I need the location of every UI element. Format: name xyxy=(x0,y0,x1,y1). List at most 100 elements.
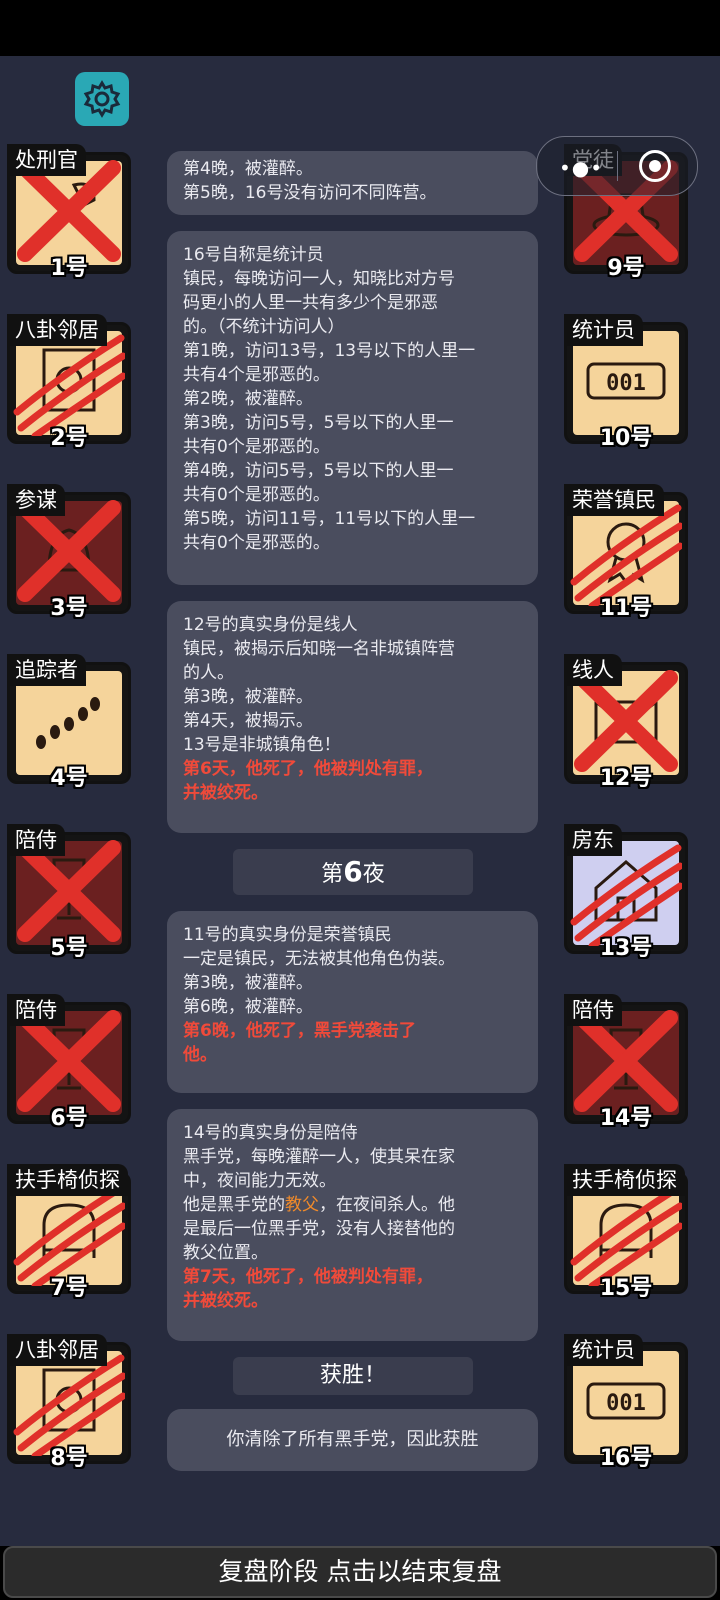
role-label: 扶手椅侦探 xyxy=(564,1164,685,1196)
death-line: 第7天，他死了，他被判处有罪， xyxy=(183,1267,433,1287)
role-label: 扶手椅侦探 xyxy=(7,1164,128,1196)
player-card[interactable]: 001 统计员 10号 xyxy=(564,314,692,451)
log-line: 黑手党，每晚灌醉一人，使其呆在家 xyxy=(183,1147,455,1167)
log-line: 16号自称是统计员 xyxy=(183,245,324,265)
log-line: 14号的真实身份是陪侍 xyxy=(183,1123,358,1143)
log-line: 的人。 xyxy=(183,663,234,683)
player-number: 4号 xyxy=(50,766,88,791)
victory-header: 获胜！ xyxy=(233,1357,473,1395)
log-line: 第4天，被揭示。 xyxy=(183,711,313,731)
player-card[interactable]: 八卦邻居 8号 xyxy=(7,1334,135,1471)
night-header: 第6夜 xyxy=(233,849,473,895)
player-card[interactable]: 线人 12号 xyxy=(564,654,692,791)
log-line: 是最后一位黑手党，没有人接替他的 xyxy=(183,1219,455,1239)
game-log[interactable]: 第4晚，被灌醉。 第5晚，16号没有访问不同阵营。 16号自称是统计员 镇民，每… xyxy=(155,151,550,1536)
role-label: 陪侍 xyxy=(564,994,622,1026)
player-number: 13号 xyxy=(599,936,653,961)
player-card[interactable]: 扶手椅侦探 15号 xyxy=(564,1164,692,1301)
log-line: 镇民，每晚访问一人，知晓比对方号 xyxy=(183,269,455,289)
role-label: 房东 xyxy=(564,824,622,856)
role-label: 参谋 xyxy=(7,484,65,516)
log-line: 12号的真实身份是线人 xyxy=(183,615,358,635)
log-line: 第5晚，16号没有访问不同阵营。 xyxy=(183,183,437,203)
log-line: 共有0个是邪恶的。 xyxy=(183,485,330,505)
log-line: 第4晚，访问5号，5号以下的人里一 xyxy=(183,461,454,481)
death-line: 并被绞死。 xyxy=(183,783,268,803)
log-line: 码更小的人里一共有多少个是邪恶 xyxy=(183,293,438,313)
role-label: 陪侍 xyxy=(7,824,65,856)
player-number: 12号 xyxy=(599,766,653,791)
log-entry: 16号自称是统计员 镇民，每晚访问一人，知晓比对方号 码更小的人里一共有多少个是… xyxy=(167,231,538,585)
game-board: 处刑官 1号 八卦邻居 2号 参谋 3号 追踪者 4号 陪侍 5号 陪侍 6号 … xyxy=(0,56,720,1546)
role-label: 线人 xyxy=(564,654,622,686)
log-line: 的。（不统计访问人） xyxy=(183,317,345,337)
log-line: 共有0个是邪恶的。 xyxy=(183,437,330,457)
log-line: 一定是镇民，无法被其他角色伪装。 xyxy=(183,949,455,969)
log-line: 中，夜间能力无效。 xyxy=(183,1171,336,1191)
log-entry: 11号的真实身份是荣誉镇民 一定是镇民，无法被其他角色伪装。 第3晚，被灌醉。 … xyxy=(167,911,538,1093)
player-number: 8号 xyxy=(50,1446,88,1471)
player-card[interactable]: 陪侍 14号 xyxy=(564,994,692,1131)
log-line: 第4晚，被灌醉。 xyxy=(183,159,313,179)
player-number: 7号 xyxy=(50,1276,88,1301)
player-card[interactable]: 参谋 3号 xyxy=(7,484,135,621)
log-line: 镇民，被揭示后知晓一名非城镇阵营 xyxy=(183,639,455,659)
player-card[interactable]: 追踪者 4号 xyxy=(7,654,135,791)
victory-message: 你清除了所有黑手党，因此获胜 xyxy=(167,1409,538,1471)
player-card[interactable]: 陪侍 5号 xyxy=(7,824,135,961)
log-line: 第3晚，访问5号，5号以下的人里一 xyxy=(183,413,454,433)
log-line: 第5晚，访问11号，11号以下的人里一 xyxy=(183,509,476,529)
log-line: 第2晚，被灌醉。 xyxy=(183,389,313,409)
log-line: 共有0个是邪恶的。 xyxy=(183,533,330,553)
player-number: 2号 xyxy=(50,426,88,451)
player-number: 14号 xyxy=(599,1106,653,1131)
log-entry: 14号的真实身份是陪侍 黑手党，每晚灌醉一人，使其呆在家 中，夜间能力无效。 他… xyxy=(167,1109,538,1341)
more-dots-icon[interactable]: •●• xyxy=(559,156,603,180)
player-number: 10号 xyxy=(599,426,653,451)
log-entry: 第4晚，被灌醉。 第5晚，16号没有访问不同阵营。 xyxy=(167,151,538,215)
player-number: 11号 xyxy=(599,596,653,621)
death-line: 第6晚，他死了，黑手党袭击了 xyxy=(183,1021,416,1041)
death-line: 并被绞死。 xyxy=(183,1291,268,1311)
settings-button[interactable] xyxy=(75,72,129,126)
role-label: 追踪者 xyxy=(7,654,86,686)
death-line: 他。 xyxy=(183,1045,217,1065)
role-label: 处刑官 xyxy=(7,144,86,176)
log-entry: 12号的真实身份是线人 镇民，被揭示后知晓一名非城镇阵营 的人。 第3晚，被灌醉… xyxy=(167,601,538,833)
death-line: 第6天，他死了，他被判处有罪， xyxy=(183,759,433,779)
player-number: 9号 xyxy=(607,256,645,281)
player-number: 16号 xyxy=(599,1446,653,1471)
role-label: 八卦邻居 xyxy=(7,314,107,346)
role-label: 荣誉镇民 xyxy=(564,484,664,516)
log-line: 第3晚，被灌醉。 xyxy=(183,973,313,993)
player-number: 3号 xyxy=(50,596,88,621)
log-line: 共有4个是邪恶的。 xyxy=(183,365,330,385)
log-line: 11号的真实身份是荣誉镇民 xyxy=(183,925,392,945)
log-line: 教父位置。 xyxy=(183,1243,268,1263)
log-line: 第3晚，被灌醉。 xyxy=(183,687,313,707)
gear-icon xyxy=(83,80,121,118)
log-line: 第6晚，被灌醉。 xyxy=(183,997,313,1017)
log-line: 第1晚，访问13号，13号以下的人里一 xyxy=(183,341,476,361)
player-card[interactable]: 陪侍 6号 xyxy=(7,994,135,1131)
role-label: 统计员 xyxy=(564,314,643,346)
player-number: 6号 xyxy=(50,1106,88,1131)
role-label: 八卦邻居 xyxy=(7,1334,107,1366)
player-number: 1号 xyxy=(50,256,88,281)
end-review-button[interactable]: 复盘阶段 点击以结束复盘 xyxy=(3,1546,717,1598)
log-line: 他是黑手党的教父，在夜间杀人。他 xyxy=(183,1195,455,1215)
mini-program-capsule: •●• xyxy=(536,136,698,196)
player-card[interactable]: 八卦邻居 2号 xyxy=(7,314,135,451)
role-highlight: 教父 xyxy=(285,1195,319,1215)
player-card[interactable]: 处刑官 1号 xyxy=(7,144,135,281)
player-card[interactable]: 荣誉镇民 11号 xyxy=(564,484,692,621)
role-label: 统计员 xyxy=(564,1334,643,1366)
status-bar xyxy=(0,0,720,56)
bottom-bar: 复盘阶段 点击以结束复盘 xyxy=(0,1546,720,1600)
role-label: 陪侍 xyxy=(7,994,65,1026)
record-icon[interactable] xyxy=(639,150,671,182)
player-card[interactable]: 001 统计员 16号 xyxy=(564,1334,692,1471)
player-card[interactable]: 扶手椅侦探 7号 xyxy=(7,1164,135,1301)
player-number: 5号 xyxy=(50,936,88,961)
player-card[interactable]: 房东 13号 xyxy=(564,824,692,961)
